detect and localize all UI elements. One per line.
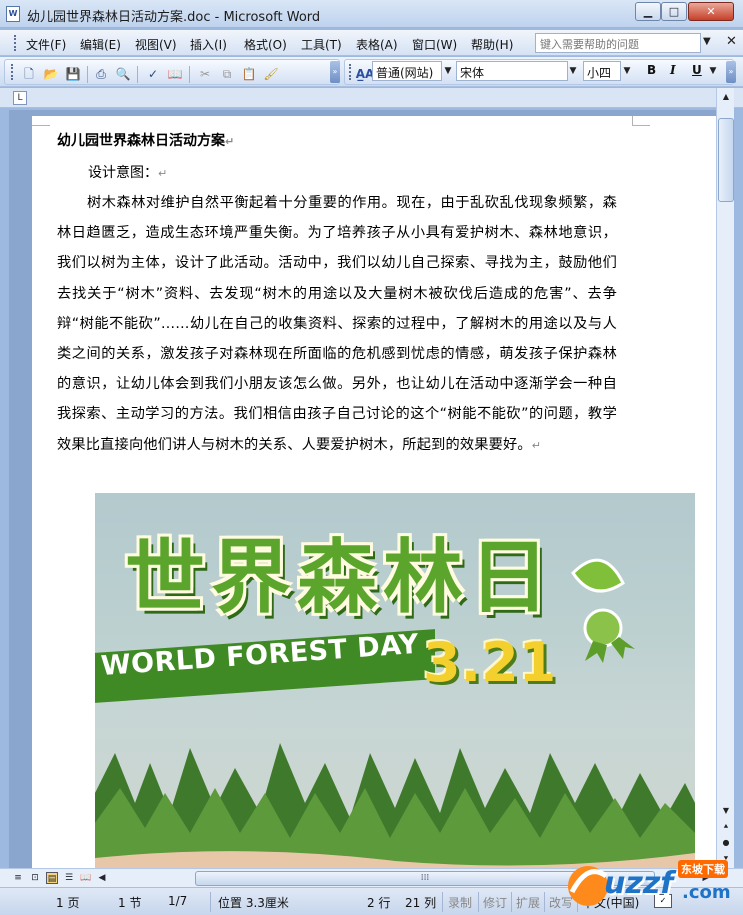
leaf-badge-icon — [571, 558, 635, 663]
toolbar-divider — [137, 66, 138, 83]
vertical-scroll-thumb[interactable] — [718, 118, 734, 202]
maximize-button[interactable]: □ — [661, 2, 687, 21]
menu-file[interactable]: 文件(F) — [26, 36, 66, 53]
status-divider — [478, 892, 479, 912]
help-dropdown-icon[interactable]: ▼ — [703, 36, 711, 47]
web-layout-view-icon[interactable]: ⊡ — [29, 872, 41, 884]
watermark-domain: .com — [682, 882, 731, 903]
formatting-options-icon[interactable]: » — [726, 61, 736, 83]
bold-button[interactable]: B — [647, 63, 656, 77]
margin-corner-mark — [32, 116, 50, 126]
menu-tools[interactable]: 工具(T) — [301, 36, 342, 53]
underline-dropdown-icon[interactable]: ▼ — [706, 63, 720, 79]
toolbar-divider — [189, 66, 190, 83]
status-column: 21 列 — [405, 896, 437, 910]
menu-format[interactable]: 格式(O) — [244, 36, 287, 53]
watermark-brand: uzzf — [604, 866, 674, 901]
status-divider — [544, 892, 545, 912]
font-size-dropdown-icon[interactable]: ▼ — [620, 61, 634, 81]
toolbar: 🗋 📂 💾 ⎙ 🔍 ✓ 📖 ✂ ⧉ 📋 🖌 » A̲A 普通(网站) ▼ 宋体 … — [0, 57, 743, 87]
body-paragraph: 树木森林对维护自然平衡起着十分重要的作用。现在，由于乱砍乱伐现象频繁，森林日趋匮… — [57, 195, 617, 453]
status-page: 1 页 — [56, 896, 80, 910]
spelling-icon[interactable]: ✓ — [145, 66, 161, 82]
tab-selector-icon[interactable]: L — [13, 91, 27, 105]
world-forest-day-image[interactable]: 世界森林日 WORLD FOREST DAY 3.21 — [95, 493, 695, 868]
section-heading: 设计意图：↵ — [88, 165, 168, 181]
toolbar-grip-icon[interactable] — [349, 64, 352, 80]
status-position: 位置 3.3厘米 — [218, 896, 289, 910]
help-search-input[interactable]: 键入需要帮助的问题 — [535, 33, 701, 53]
save-icon[interactable]: 💾 — [65, 66, 81, 82]
status-line: 2 行 — [367, 896, 391, 910]
print-icon[interactable]: ⎙ — [93, 66, 109, 82]
window-title: 幼儿园世界森林日活动方案.doc - Microsoft Word — [27, 10, 321, 25]
status-divider — [442, 892, 443, 912]
font-select[interactable]: 宋体 — [456, 61, 568, 81]
minimize-button[interactable]: ▁ — [635, 2, 661, 21]
print-preview-icon[interactable]: 🔍 — [115, 66, 131, 82]
research-icon[interactable]: 📖 — [167, 66, 183, 82]
toolbar-divider — [87, 66, 88, 83]
scroll-left-icon[interactable]: ◀ — [96, 872, 108, 884]
status-page-of: 1/7 — [168, 894, 188, 908]
standard-toolbar: 🗋 📂 💾 ⎙ 🔍 ✓ 📖 ✂ ⧉ 📋 🖌 — [4, 59, 340, 85]
word-doc-icon[interactable]: W — [6, 6, 20, 22]
normal-view-icon[interactable]: ≡ — [12, 872, 24, 884]
style-dropdown-icon[interactable]: ▼ — [441, 61, 455, 81]
site-watermark: uzzf 东坡下载 .com — [560, 852, 740, 912]
copy-icon[interactable]: ⧉ — [219, 66, 235, 82]
status-extend[interactable]: 扩展 — [516, 894, 540, 911]
picture-title-text: 世界森林日 — [125, 531, 555, 624]
tree-line-illustration — [95, 743, 695, 868]
paste-icon[interactable]: 📋 — [241, 66, 257, 82]
document-page[interactable]: 幼儿园世界森林日活动方案↵ 设计意图：↵ 树木森林对维护自然平衡起着十分重要的作… — [32, 116, 716, 868]
status-record-macro[interactable]: 录制 — [448, 894, 472, 911]
vertical-scrollbar[interactable]: ▲ ▼ ⯅ ● ⯆ — [716, 88, 734, 868]
underline-button[interactable]: U — [692, 63, 702, 77]
close-button[interactable]: ✕ — [688, 2, 734, 21]
title-bar: W 幼儿园世界森林日活动方案.doc - Microsoft Word ▁ □ … — [0, 0, 743, 28]
previous-page-icon[interactable]: ⯅ — [718, 820, 734, 834]
menu-view[interactable]: 视图(V) — [135, 36, 177, 53]
font-dropdown-icon[interactable]: ▼ — [566, 61, 580, 81]
close-document-icon[interactable]: ✕ — [726, 34, 737, 49]
menu-insert[interactable]: 插入(I) — [190, 36, 227, 53]
reading-layout-view-icon[interactable]: 📖 — [80, 872, 92, 884]
menu-table[interactable]: 表格(A) — [356, 36, 398, 53]
scroll-up-icon[interactable]: ▲ — [718, 90, 734, 104]
menu-bar: 文件(F) 编辑(E) 视图(V) 插入(I) 格式(O) 工具(T) 表格(A… — [0, 30, 743, 56]
status-divider — [210, 892, 211, 912]
menu-help[interactable]: 帮助(H) — [471, 36, 513, 53]
toolbar-options-icon[interactable]: » — [330, 61, 340, 83]
italic-button[interactable]: I — [670, 63, 676, 77]
picture-date-text: 3.21 — [423, 631, 557, 694]
scroll-down-icon[interactable]: ▼ — [718, 804, 734, 818]
toolbar-grip-icon[interactable] — [11, 64, 14, 80]
menu-window[interactable]: 窗口(W) — [412, 36, 457, 53]
margin-corner-mark — [632, 116, 650, 126]
format-painter-icon[interactable]: 🖌 — [263, 66, 279, 82]
status-divider — [511, 892, 512, 912]
style-select[interactable]: 普通(网站) — [372, 61, 442, 81]
document-title: 幼儿园世界森林日活动方案↵ — [57, 133, 235, 149]
select-browse-object-icon[interactable]: ● — [718, 836, 734, 850]
font-size-select[interactable]: 小四 — [583, 61, 621, 81]
document-area[interactable]: 幼儿园世界森林日活动方案↵ 设计意图：↵ 树木森林对维护自然平衡起着十分重要的作… — [9, 110, 716, 868]
menu-edit[interactable]: 编辑(E) — [80, 36, 121, 53]
open-folder-icon[interactable]: 📂 — [43, 66, 59, 82]
menu-grip-icon[interactable] — [14, 35, 17, 51]
outline-view-icon[interactable]: ☰ — [63, 872, 75, 884]
new-document-icon[interactable]: 🗋 — [21, 66, 37, 82]
ruler-strip — [0, 88, 743, 108]
watermark-tagline: 东坡下载 — [678, 860, 728, 878]
cut-icon[interactable]: ✂ — [197, 66, 213, 82]
status-section: 1 节 — [118, 896, 142, 910]
print-layout-view-icon[interactable]: ▤ — [46, 872, 58, 884]
status-track-changes[interactable]: 修订 — [483, 894, 507, 911]
